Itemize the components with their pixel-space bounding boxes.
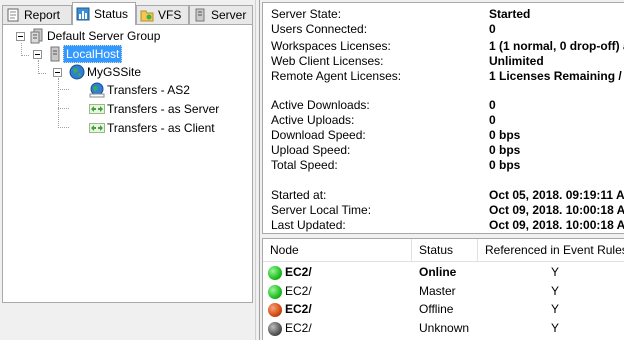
tree-node-server-group[interactable]: Default Server Group xyxy=(29,27,162,45)
node-name: EC2/ xyxy=(285,284,312,298)
status-key: Server State: xyxy=(271,7,342,21)
tab-strip: Report Status VFS Server xyxy=(2,2,255,25)
server-status-panel: Server State: Started Users Connected: 0 W… xyxy=(262,2,624,234)
tree-node-label: Default Server Group xyxy=(47,29,161,43)
status-value: Oct 05, 2018. 09:19:11 A xyxy=(489,188,624,202)
status-icon xyxy=(76,7,90,21)
left-footer xyxy=(0,303,255,340)
server-icon xyxy=(47,46,63,62)
tree-node-label: LocalHost xyxy=(63,45,123,63)
tree-line xyxy=(58,89,69,90)
tree-node-site[interactable]: MyGSSite xyxy=(69,63,143,81)
tab-vfs-label: VFS xyxy=(158,8,182,22)
status-value: 0 bps xyxy=(489,158,521,172)
status-value: Unlimited xyxy=(489,54,544,68)
node-status: Unknown xyxy=(419,321,470,335)
tree-line xyxy=(58,78,59,128)
status-value: Started xyxy=(489,7,531,21)
tree-line xyxy=(58,108,69,109)
node-referenced: Y xyxy=(551,321,560,335)
transfer-arrows-icon xyxy=(89,120,105,136)
tree-node-transfers-server[interactable]: Transfers - as Server xyxy=(89,100,221,118)
globe-icon xyxy=(69,64,85,80)
node-list-header: Node Status Referenced in Event Rules xyxy=(263,239,624,262)
status-key: Upload Speed: xyxy=(271,143,351,157)
status-key: Workspaces Licenses: xyxy=(271,39,391,53)
status-dot-icon xyxy=(268,285,282,299)
tree-line xyxy=(21,55,29,56)
server-group-icon xyxy=(29,28,45,44)
as2-globe-icon xyxy=(89,82,105,98)
column-header-referenced[interactable]: Referenced in Event Rules xyxy=(478,239,624,261)
left-pane: Report Status VFS Server Default Server … xyxy=(0,0,255,340)
status-key: Users Connected: xyxy=(271,22,368,36)
node-name: EC2/ xyxy=(285,321,312,335)
server-icon xyxy=(193,8,207,22)
tree-node-label: MyGSSite xyxy=(87,65,142,79)
table-row[interactable]: EC2/ Online Y xyxy=(263,263,624,282)
tree-node-transfers-as2[interactable]: Transfers - AS2 xyxy=(89,81,192,99)
tab-server[interactable]: Server xyxy=(189,5,253,24)
status-value: Oct 09, 2018. 10:00:18 A xyxy=(489,203,624,217)
status-value: 0 bps xyxy=(489,128,521,142)
tree-node-label: Transfers - as Client xyxy=(107,121,215,135)
collapse-toggle[interactable] xyxy=(53,68,62,77)
status-key: Web Client Licenses: xyxy=(271,54,384,68)
node-name: EC2/ xyxy=(285,265,312,279)
node-status: Master xyxy=(419,284,456,298)
status-value: 0 xyxy=(489,113,496,127)
status-value: Oct 09, 2018. 10:00:18 A xyxy=(489,218,624,232)
transfer-arrows-icon xyxy=(89,101,105,117)
node-referenced: Y xyxy=(551,284,560,298)
tree-line xyxy=(38,73,46,74)
status-key: Download Speed: xyxy=(271,128,366,142)
node-list[interactable]: Node Status Referenced in Event Rules EC… xyxy=(262,238,624,340)
column-header-status[interactable]: Status xyxy=(412,239,478,261)
tab-report[interactable]: Report xyxy=(2,5,72,24)
table-row[interactable]: EC2/ Offline Y xyxy=(263,300,624,319)
collapse-toggle[interactable] xyxy=(16,32,25,41)
tab-server-label: Server xyxy=(211,8,247,22)
status-key: Started at: xyxy=(271,188,327,202)
status-key: Server Local Time: xyxy=(271,203,372,217)
status-key: Total Speed: xyxy=(271,158,338,172)
collapse-toggle[interactable] xyxy=(33,50,42,59)
status-value: 1 Licenses Remaining / ' xyxy=(489,69,624,83)
status-key: Active Downloads: xyxy=(271,98,370,112)
node-referenced: Y xyxy=(551,265,560,279)
column-header-node[interactable]: Node xyxy=(263,239,412,261)
tree-node-label: Transfers - as Server xyxy=(107,102,220,116)
status-key: Last Updated: xyxy=(271,218,346,232)
vfs-folder-icon xyxy=(140,8,154,22)
tab-vfs[interactable]: VFS xyxy=(136,5,189,24)
status-value: 0 xyxy=(489,98,496,112)
node-status: Online xyxy=(419,265,457,279)
status-dot-icon xyxy=(268,266,282,280)
status-key: Active Uploads: xyxy=(271,113,355,127)
node-status: Offline xyxy=(419,302,454,316)
node-name: EC2/ xyxy=(285,302,312,316)
status-dot-icon xyxy=(268,322,282,336)
tree-node-label: Transfers - AS2 xyxy=(107,83,190,97)
node-referenced: Y xyxy=(551,302,560,316)
status-dot-icon xyxy=(268,303,282,317)
table-row[interactable]: EC2/ Unknown Y xyxy=(263,319,624,338)
status-value: 0 xyxy=(489,22,496,36)
tree-node-transfers-client[interactable]: Transfers - as Client xyxy=(89,119,217,137)
status-value: 0 bps xyxy=(489,143,521,157)
server-tree[interactable]: Default Server Group LocalHost MyGSSite … xyxy=(2,24,253,303)
tab-status-label: Status xyxy=(94,7,129,21)
status-key: Remote Agent Licenses: xyxy=(271,69,402,83)
tree-line xyxy=(38,60,39,74)
tab-status[interactable]: Status xyxy=(72,2,136,25)
report-icon xyxy=(6,8,20,22)
tree-node-localhost[interactable]: LocalHost xyxy=(47,45,123,63)
tab-report-label: Report xyxy=(24,8,61,22)
right-pane: Server State: Started Users Connected: 0 W… xyxy=(260,0,624,340)
tree-line xyxy=(58,127,69,128)
status-value: 1 (1 normal, 0 drop-off) a xyxy=(489,39,624,53)
table-row[interactable]: EC2/ Master Y xyxy=(263,282,624,301)
